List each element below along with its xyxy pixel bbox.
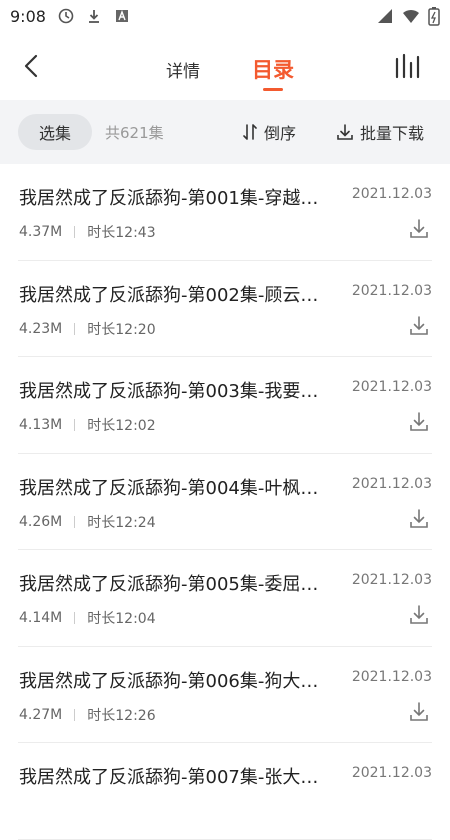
total-count: 共621集	[105, 124, 164, 142]
episode-title: 我居然成了反派舔狗-第007集-张大…	[19, 767, 319, 788]
episode-date: 2021.12.03	[351, 668, 432, 685]
list-item[interactable]: 我居然成了反派舔狗-第007集-张大… 2021.12.03	[18, 743, 432, 840]
episode-date: 2021.12.03	[351, 379, 432, 395]
tab-catalog[interactable]: 目录	[252, 54, 294, 84]
download-icon[interactable]	[408, 508, 430, 530]
batch-download-label: 批量下载	[360, 124, 425, 143]
episode-title: 我居然成了反派舔狗-第003集-我要…	[19, 381, 319, 402]
episode-title: 我居然成了反派舔狗-第005集-委屈…	[19, 574, 319, 595]
divider	[74, 612, 76, 624]
download-icon[interactable]	[408, 701, 430, 723]
download-status-icon	[88, 10, 99, 23]
episode-size: 4.26M	[19, 513, 63, 530]
list-item[interactable]: 我居然成了反派舔狗-第004集-叶枫… 4.26M 时长12:24 2021.1…	[18, 454, 432, 550]
episode-duration: 时长12:20	[87, 321, 156, 338]
batch-download-button[interactable]: 批量下载	[336, 120, 424, 144]
episode-duration: 时长12:26	[87, 707, 156, 724]
media-icon	[58, 8, 74, 24]
sort-label: 倒序	[264, 124, 297, 143]
divider	[74, 322, 76, 335]
episode-title: 我居然成了反派舔狗-第002集-顾云…	[19, 284, 319, 306]
download-icon	[337, 124, 353, 140]
download-icon[interactable]	[408, 411, 430, 433]
download-icon[interactable]	[408, 315, 430, 337]
episode-title: 我居然成了反派舔狗-第004集-叶枫…	[19, 477, 319, 499]
download-icon[interactable]	[408, 218, 430, 240]
episode-date: 2021.12.03	[351, 765, 432, 781]
episode-title: 我居然成了反派舔狗-第001集-穿越…	[19, 188, 319, 209]
battery-icon	[428, 7, 440, 26]
divider	[74, 708, 76, 721]
episode-size: 4.27M	[19, 706, 63, 723]
back-arrow-icon[interactable]	[20, 52, 44, 80]
tab-detail[interactable]: 详情	[166, 57, 200, 82]
status-bar: 9:08	[0, 0, 450, 32]
episode-date: 2021.12.03	[351, 186, 432, 202]
sort-icon	[243, 124, 257, 140]
episode-size: 4.23M	[19, 320, 63, 337]
episode-duration: 时长12:04	[87, 611, 156, 627]
wifi-icon	[403, 9, 419, 23]
list-item[interactable]: 我居然成了反派舔狗-第006集-狗大… 4.27M 时长12:26 2021.1…	[18, 647, 432, 743]
download-icon[interactable]	[408, 604, 430, 626]
filter-bar: 选集 共621集 倒序 批量下载	[0, 100, 450, 164]
list-item[interactable]: 我居然成了反派舔狗-第002集-顾云… 4.23M 时长12:20 2021.1…	[18, 261, 432, 357]
select-episodes-button[interactable]: 选集	[18, 114, 92, 150]
episode-date: 2021.12.03	[351, 282, 432, 299]
episode-date: 2021.12.03	[351, 572, 432, 588]
chart-bars-icon[interactable]	[394, 53, 424, 81]
episode-size: 4.14M	[19, 610, 63, 626]
episode-duration: 时长12:43	[87, 225, 156, 241]
episode-size: 4.13M	[19, 417, 63, 433]
divider	[74, 226, 76, 238]
list-item[interactable]: 我居然成了反派舔狗-第001集-穿越… 4.37M 时长12:43 2021.1…	[18, 164, 432, 261]
tab-active-indicator	[263, 88, 283, 91]
episode-date: 2021.12.03	[351, 475, 432, 492]
divider	[74, 515, 76, 528]
divider	[74, 419, 76, 431]
list-item[interactable]: 我居然成了反派舔狗-第003集-我要… 4.13M 时长12:02 2021.1…	[18, 357, 432, 454]
signal-icon	[378, 9, 392, 23]
status-time: 9:08	[10, 6, 46, 26]
episode-duration: 时长12:24	[87, 514, 156, 531]
list-item[interactable]: 我居然成了反派舔狗-第005集-委屈… 4.14M 时长12:04 2021.1…	[18, 550, 432, 647]
top-nav: 详情 目录	[0, 32, 450, 100]
app-notify-icon	[115, 10, 128, 22]
episode-size: 4.37M	[19, 224, 63, 240]
episode-duration: 时长12:02	[87, 418, 156, 434]
sort-button[interactable]: 倒序	[242, 120, 296, 144]
episode-title: 我居然成了反派舔狗-第006集-狗大…	[19, 670, 319, 692]
episode-list: 我居然成了反派舔狗-第001集-穿越… 4.37M 时长12:43 2021.1…	[0, 164, 450, 840]
